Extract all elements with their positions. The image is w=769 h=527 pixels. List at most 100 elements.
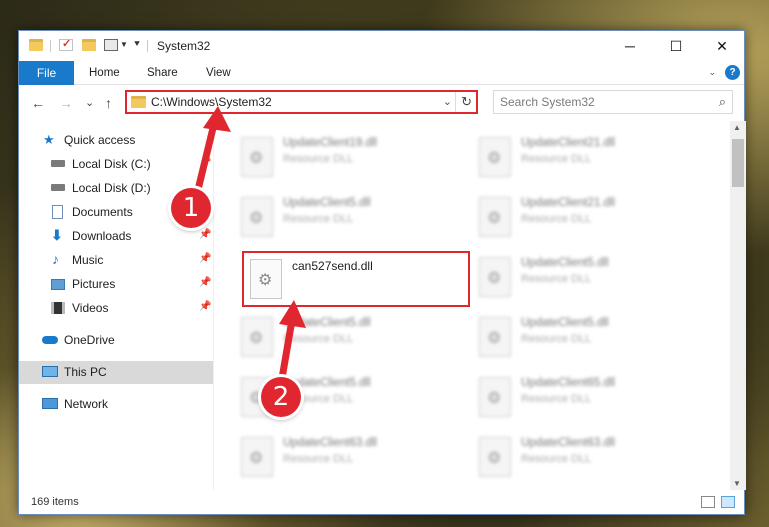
sidebar-item-label: Videos bbox=[72, 301, 109, 315]
scroll-up-icon[interactable]: ▲ bbox=[733, 123, 741, 132]
computer-icon bbox=[42, 366, 58, 377]
address-bar[interactable]: C:\Windows\System32 ⌄ ↻ bbox=[125, 90, 478, 114]
qat-dropdown-icon[interactable]: ⯆ bbox=[133, 39, 141, 50]
dll-file-icon bbox=[479, 137, 511, 177]
star-icon: ★ bbox=[43, 132, 55, 147]
expand-ribbon-icon[interactable]: ⌄ bbox=[708, 67, 716, 78]
window-title: System32 bbox=[157, 39, 211, 53]
item-count: 169 items bbox=[31, 496, 79, 508]
divider bbox=[455, 92, 456, 112]
videos-icon bbox=[51, 302, 65, 314]
search-placeholder: Search System32 bbox=[500, 95, 595, 109]
dll-file-icon bbox=[241, 137, 273, 177]
step-2-badge: 2 bbox=[261, 377, 301, 417]
sidebar-item-label: Local Disk (C:) bbox=[72, 157, 151, 171]
address-path[interactable]: C:\Windows\System32 bbox=[151, 95, 272, 109]
close-button[interactable]: ✕ bbox=[699, 31, 745, 61]
file-item[interactable]: UpdateClient21.dll Resource DLL bbox=[473, 189, 693, 245]
sidebar-item-downloads[interactable]: ⬇ Downloads 📌 bbox=[19, 225, 213, 248]
pin-icon[interactable]: 📌 bbox=[199, 229, 211, 240]
pictures-icon bbox=[51, 279, 65, 290]
file-item[interactable]: UpdateClient5.dll Resource DLL bbox=[473, 309, 693, 365]
file-type: Resource DLL bbox=[521, 453, 592, 465]
sidebar-item-videos[interactable]: Videos 📌 bbox=[19, 297, 213, 320]
download-icon: ⬇ bbox=[51, 227, 63, 243]
dll-file-icon bbox=[250, 259, 282, 299]
properties-icon[interactable] bbox=[59, 37, 73, 51]
large-icons-view-icon[interactable] bbox=[721, 496, 735, 508]
forward-button[interactable]: → bbox=[59, 95, 73, 111]
back-button[interactable]: ← bbox=[31, 95, 45, 111]
scroll-down-icon[interactable]: ▼ bbox=[733, 479, 741, 488]
ribbon-tabs: File Home Share View ⌄ ? bbox=[19, 61, 744, 85]
file-type: Resource DLL bbox=[521, 153, 592, 165]
file-item[interactable]: UpdateClient5.dll Resource DLL bbox=[235, 309, 455, 365]
sidebar-item-label: Music bbox=[72, 253, 104, 267]
dll-file-icon bbox=[241, 197, 273, 237]
dll-file-icon bbox=[479, 197, 511, 237]
sidebar-item-label: Network bbox=[64, 397, 109, 411]
search-icon[interactable]: ⌕ bbox=[719, 94, 726, 110]
file-explorer-window: ▼ ⯆ System32 ─ ☐ ✕ File Home Share View … bbox=[18, 30, 746, 515]
tab-share[interactable]: Share bbox=[147, 61, 178, 85]
chevron-down-icon[interactable]: ▼ bbox=[120, 40, 128, 49]
tab-home[interactable]: Home bbox=[89, 61, 120, 85]
sidebar-item-this-pc[interactable]: This PC bbox=[19, 361, 213, 384]
dll-file-icon bbox=[479, 257, 511, 297]
pin-icon[interactable]: 📌 bbox=[199, 277, 211, 288]
vertical-scrollbar[interactable]: ▲ ▼ bbox=[730, 121, 746, 490]
help-icon[interactable]: ? bbox=[725, 65, 740, 80]
navigation-pane: ★ Quick access Local Disk (C:) 📌 Local D… bbox=[19, 121, 213, 490]
file-name: UpdateClient21.dll bbox=[521, 137, 615, 149]
drive-icon bbox=[51, 160, 65, 167]
search-input[interactable]: Search System32 ⌕ bbox=[493, 90, 733, 114]
file-type: Resource DLL bbox=[283, 153, 354, 165]
refresh-button[interactable]: ↻ bbox=[461, 94, 472, 110]
chevron-down-icon[interactable]: ⌄ bbox=[443, 95, 452, 108]
music-icon: ♪ bbox=[52, 251, 59, 267]
sidebar-item-pictures[interactable]: Pictures 📌 bbox=[19, 273, 213, 296]
file-item[interactable]: UpdateClient63.dll Resource DLL bbox=[473, 429, 693, 485]
sidebar-item-label: OneDrive bbox=[64, 333, 115, 347]
file-item[interactable]: UpdateClient5.dll Resource DLL bbox=[235, 189, 455, 245]
up-button[interactable]: ↑ bbox=[105, 95, 112, 111]
sidebar-item-onedrive[interactable]: OneDrive bbox=[19, 329, 213, 352]
tab-view[interactable]: View bbox=[206, 61, 231, 85]
sidebar-item-label: Pictures bbox=[72, 277, 116, 291]
pin-icon[interactable]: 📌 bbox=[199, 253, 211, 264]
sidebar-item-label: Quick access bbox=[64, 133, 136, 147]
file-type: Resource DLL bbox=[521, 273, 592, 285]
new-folder-icon[interactable] bbox=[82, 39, 96, 51]
file-name: UpdateClient19.dll bbox=[283, 137, 377, 149]
file-list: UpdateClient19.dll Resource DLL UpdateCl… bbox=[215, 121, 730, 490]
file-item[interactable]: UpdateClient19.dll Resource DLL bbox=[235, 129, 455, 185]
dll-file-icon bbox=[479, 317, 511, 357]
sidebar-item-network[interactable]: Network bbox=[19, 393, 213, 416]
sidebar-item-label: Documents bbox=[72, 205, 133, 219]
file-item[interactable]: UpdateClient21.dll Resource DLL bbox=[473, 129, 693, 185]
file-item[interactable]: UpdateClient5.dll Resource DLL bbox=[473, 249, 693, 305]
details-view-icon[interactable] bbox=[701, 496, 715, 508]
file-type: Resource DLL bbox=[283, 213, 354, 225]
file-item[interactable]: UpdateClient63.dll Resource DLL bbox=[235, 429, 455, 485]
sidebar-item-local-disk-c[interactable]: Local Disk (C:) 📌 bbox=[19, 153, 213, 176]
pane-divider[interactable] bbox=[213, 121, 214, 490]
dll-file-icon bbox=[479, 377, 511, 417]
file-item[interactable]: UpdateClient65.dll Resource DLL bbox=[473, 369, 693, 425]
scroll-thumb[interactable] bbox=[732, 139, 744, 187]
minimize-button[interactable]: ─ bbox=[607, 31, 653, 61]
recent-locations-button[interactable]: ⌄ bbox=[85, 96, 94, 109]
tab-file[interactable]: File bbox=[19, 61, 74, 85]
dll-file-icon bbox=[241, 437, 273, 477]
file-name: can527send.dll bbox=[292, 259, 373, 273]
customize-qat-icon[interactable] bbox=[104, 39, 118, 51]
divider bbox=[147, 40, 148, 52]
sidebar-item-quick-access[interactable]: ★ Quick access bbox=[19, 129, 213, 152]
highlighted-file-item[interactable]: can527send.dll bbox=[242, 251, 470, 307]
sidebar-item-music[interactable]: ♪ Music 📌 bbox=[19, 249, 213, 272]
maximize-button[interactable]: ☐ bbox=[653, 31, 699, 61]
dll-file-icon bbox=[241, 317, 273, 357]
pin-icon[interactable]: 📌 bbox=[199, 301, 211, 312]
pin-icon[interactable]: 📌 bbox=[199, 157, 211, 168]
file-type: Resource DLL bbox=[283, 333, 354, 345]
